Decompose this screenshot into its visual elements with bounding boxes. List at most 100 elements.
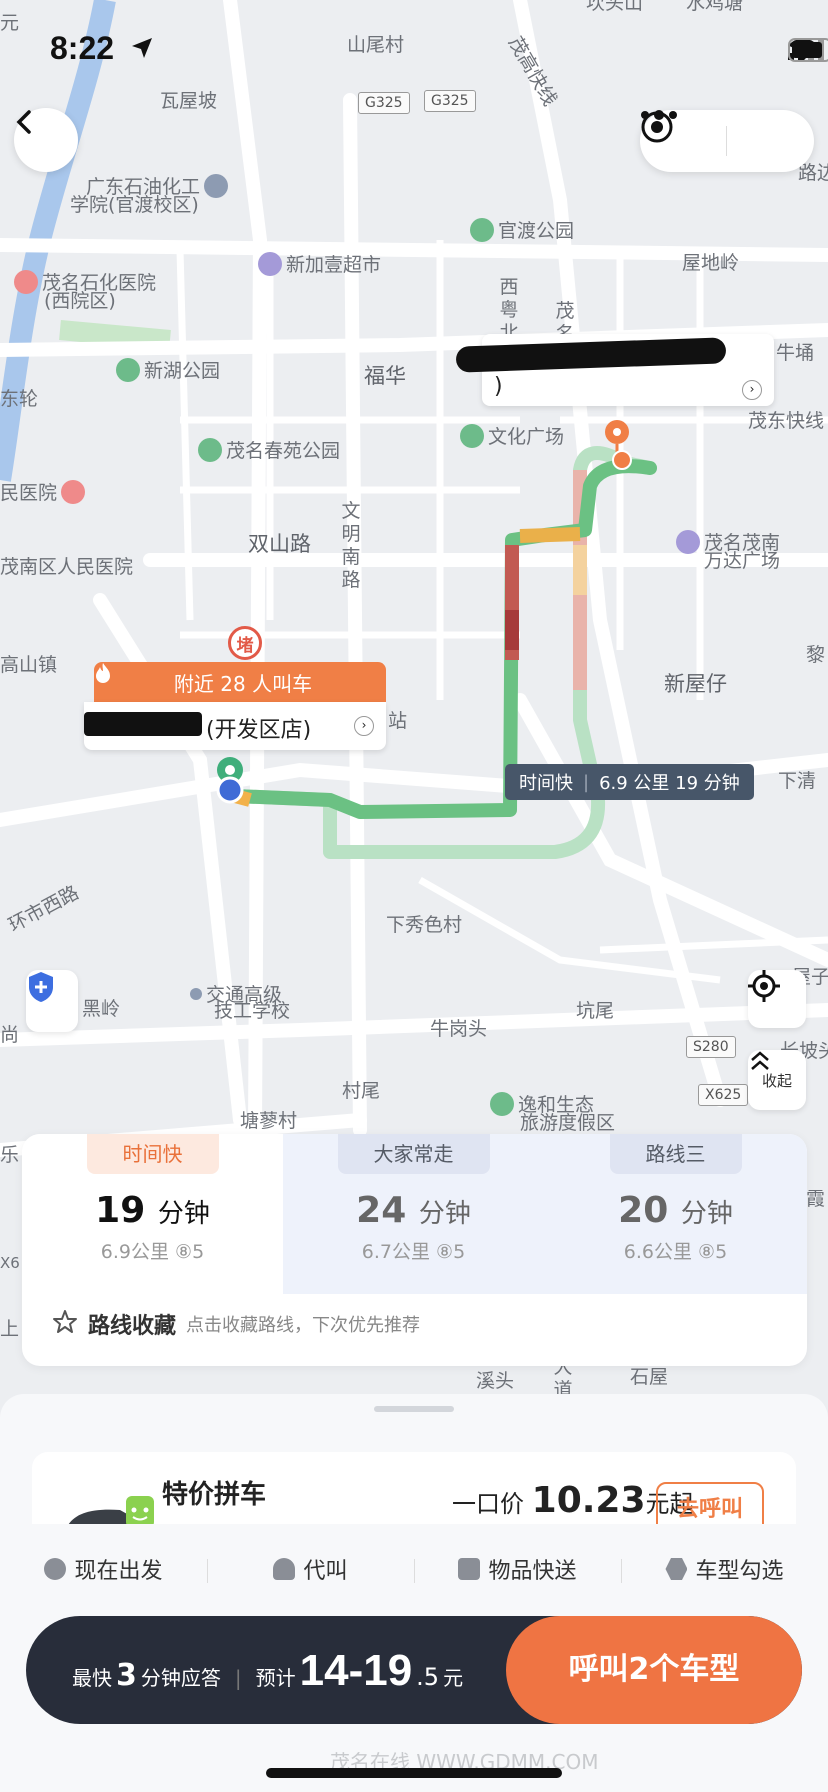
- route-favorite[interactable]: 路线收藏 点击收藏路线，下次优先推荐: [52, 1308, 420, 1340]
- redacted-block: [455, 337, 727, 373]
- congestion-badge: 堵: [228, 626, 262, 660]
- map-place: 路边: [798, 162, 828, 184]
- hot-badge-text: 附近 28 人叫车: [173, 671, 313, 696]
- hospital-icon: [61, 479, 86, 504]
- map-place: 高山镇: [0, 654, 58, 676]
- map-road-label: 文明南路: [341, 500, 361, 591]
- call-bar: 最快 3 分钟应答 | 预计 14-19.5 元 呼叫2个车型: [26, 1616, 802, 1724]
- estimate-prefix: 最快: [72, 1666, 112, 1690]
- route-minutes: 19: [95, 1190, 146, 1231]
- home-indicator[interactable]: [266, 1768, 562, 1778]
- price-prefix: 一口价: [452, 1490, 524, 1518]
- route-unit: 分钟: [680, 1199, 733, 1229]
- map-poi: 新加壹超市: [258, 250, 381, 277]
- map-place: 尚: [0, 1024, 20, 1046]
- route-option-tag: 时间快: [86, 1134, 219, 1174]
- option-delivery[interactable]: 物品快送: [414, 1553, 621, 1585]
- shop-icon: [676, 529, 700, 554]
- locate-button[interactable]: [748, 970, 806, 1028]
- map-place: 屋地岭: [682, 252, 740, 274]
- map-poi: 茂名春苑公园: [198, 436, 340, 463]
- route-options-panel: 时间快 19 分钟 6.9公里 ⑧5 大家常走 24 分钟 6.7公里 ⑧5 路…: [22, 1134, 807, 1366]
- estimate-wait: 3: [116, 1658, 137, 1693]
- option-label: 车型勾选: [695, 1559, 784, 1584]
- collapse-button[interactable]: 收起: [748, 1050, 806, 1110]
- map-place: 双山路: [248, 532, 311, 556]
- route-tag-divider: |: [583, 771, 590, 793]
- route-tag[interactable]: 时间快 | 6.9 公里 19 分钟: [505, 764, 754, 800]
- map-place: 牛岗头: [430, 1018, 488, 1040]
- option-depart-now[interactable]: 现在出发: [0, 1553, 207, 1585]
- mini-program-capsule[interactable]: [640, 110, 814, 172]
- estimate-range: 14-19: [299, 1646, 413, 1695]
- route-option-time: 24 分钟: [283, 1190, 544, 1231]
- option-label: 物品快送: [488, 1559, 577, 1584]
- map-place: X6: [0, 1254, 20, 1272]
- map-place: 坑尾: [576, 1000, 615, 1022]
- origin-label[interactable]: (开发区店) ›: [84, 702, 386, 750]
- estimate-decimal: .5: [416, 1663, 440, 1691]
- map-place: 上: [0, 1318, 20, 1340]
- map-place: 东轮: [0, 388, 39, 410]
- chevron-right-icon: ›: [354, 716, 374, 736]
- sheet-handle[interactable]: [374, 1406, 454, 1412]
- status-time: 8:22: [50, 30, 115, 66]
- option-proxy-call[interactable]: 代叫: [207, 1553, 414, 1585]
- estimate-price-prefix: 预计: [255, 1666, 296, 1690]
- poi-label: 文化广场: [488, 426, 565, 448]
- favorite-hint: 点击收藏路线，下次优先推荐: [186, 1315, 421, 1336]
- route-option-time: 20 分钟: [544, 1190, 807, 1231]
- destination-label-text: ): [494, 374, 503, 399]
- safety-button[interactable]: [26, 970, 78, 1032]
- hot-badge: 附近 28 人叫车: [94, 662, 386, 702]
- star-icon: [52, 1309, 78, 1339]
- map-place: 站: [388, 710, 408, 732]
- park-icon: [116, 357, 140, 382]
- call-estimate: 最快 3 分钟应答 | 预计 14-19.5 元: [72, 1646, 463, 1696]
- map-place: 黎: [806, 644, 826, 666]
- price-value: 10.23: [531, 1480, 646, 1521]
- map-place: 乐: [0, 1144, 20, 1166]
- route-unit: 分钟: [418, 1199, 471, 1229]
- route-option-tag: 路线三: [609, 1134, 742, 1174]
- poi-label: 新湖公园: [144, 360, 221, 382]
- map-place: 茂南区人民医院: [0, 556, 134, 578]
- back-button[interactable]: [14, 108, 78, 172]
- clock-icon: [44, 1558, 67, 1580]
- redacted-block: [84, 712, 202, 736]
- shop-icon: [258, 251, 282, 276]
- map-place: (西院区): [44, 290, 116, 312]
- bottom-sheet[interactable]: 特价拼车 一口价 10.23元起 去呼叫 现在出发 代叫 物品快送 车型勾选 最…: [0, 1394, 828, 1792]
- map-place: 福华: [364, 364, 406, 388]
- map-place: 技工学校: [214, 1000, 291, 1022]
- route-option-time: 19 分钟: [22, 1190, 283, 1231]
- box-icon: [458, 1558, 481, 1580]
- collapse-label: 收起: [761, 1071, 792, 1090]
- estimate-currency: 元: [443, 1666, 464, 1690]
- map-place: 霞: [806, 1188, 826, 1210]
- poi-label: 官渡公园: [498, 220, 575, 242]
- map-poi: 文化广场: [460, 422, 564, 449]
- road-shield: X625: [698, 1084, 749, 1106]
- ride-options-bar: 现在出发 代叫 物品快送 车型勾选: [0, 1524, 828, 1614]
- destination-label[interactable]: ) ›: [455, 334, 774, 406]
- hospital-icon: [14, 269, 38, 294]
- map-poi: 新湖公园: [116, 356, 220, 383]
- person-icon: [273, 1558, 296, 1580]
- route-minutes: 20: [618, 1190, 669, 1231]
- route-option-detail: 6.9公里 ⑧5: [100, 1241, 205, 1263]
- estimate-wait-suffix: 分钟应答: [140, 1666, 221, 1690]
- route-option-fast[interactable]: 时间快 19 分钟 6.9公里 ⑧5: [22, 1134, 283, 1294]
- route-option-popular[interactable]: 大家常走 24 分钟 6.7公里 ⑧5: [283, 1134, 544, 1294]
- map-poi: 民医院: [0, 478, 86, 505]
- route-option-three[interactable]: 路线三 20 分钟 6.6公里 ⑧5: [544, 1134, 807, 1294]
- chevron-right-icon: ›: [742, 380, 762, 400]
- option-car-types[interactable]: 车型勾选: [621, 1553, 828, 1585]
- call-button[interactable]: 呼叫2个车型: [506, 1616, 802, 1724]
- park-icon: [470, 217, 494, 242]
- origin-label-text: (开发区店): [206, 718, 312, 743]
- map-place: 牛埇: [776, 342, 815, 364]
- route-unit: 分钟: [157, 1199, 210, 1229]
- poi-label: 茂名春苑公园: [226, 440, 341, 462]
- map-place: 溪头: [476, 1370, 515, 1392]
